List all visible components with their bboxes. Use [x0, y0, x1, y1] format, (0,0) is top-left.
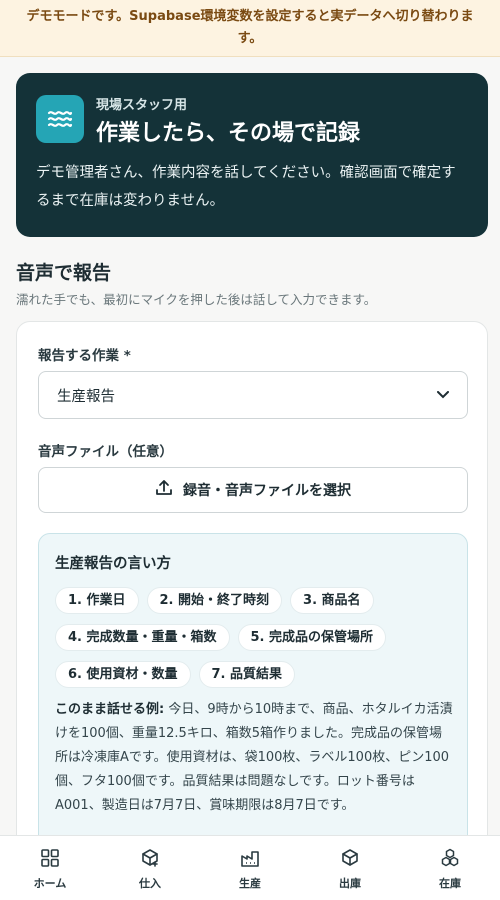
guide-step-chip: 3. 商品名 [290, 587, 374, 614]
guide-example: このまま話せる例: 今日、9時から10時まで、商品、ホタルイカ活漬けを100個、… [55, 698, 453, 818]
guide-step-chip: 5. 完成品の保管場所 [237, 624, 387, 651]
example-text: 今日、9時から10時まで、商品、ホタルイカ活漬けを100個、重量12.5キロ、箱… [55, 702, 453, 813]
upload-audio-button[interactable]: 録音・音声ファイルを選択 [38, 467, 468, 513]
tab-shipping[interactable]: 出庫 [300, 836, 400, 900]
task-select[interactable]: 生産報告 [38, 371, 468, 419]
guide-step-chip: 7. 品質結果 [198, 661, 296, 688]
section-subtitle: 濡れた手でも、最初にマイクを押した後は話して入力できます。 [16, 292, 377, 307]
hero-card: 現場スタッフ用 作業したら、その場で記録 デモ管理者さん、作業内容を話してくださ… [16, 73, 488, 237]
demo-mode-banner: デモモードです。Supabase環境変数を設定すると実データへ切り替わります。 [0, 0, 500, 57]
guide-step-chip: 1. 作業日 [55, 587, 139, 614]
guide-step-chip: 6. 使用資材・数量 [55, 661, 191, 688]
tab-label: 在庫 [439, 877, 461, 890]
upload-button-label: 録音・音声ファイルを選択 [183, 483, 351, 499]
guide-step-chip: 2. 開始・終了時刻 [146, 587, 283, 614]
demo-mode-text: デモモードです。Supabase環境変数を設定すると実データへ切り替わります。 [26, 9, 474, 46]
tab-label: ホーム [33, 877, 67, 890]
guide-title: 生産報告の言い方 [55, 556, 171, 572]
tab-label: 出庫 [339, 877, 361, 890]
hero-title: 作業したら、その場で記録 [96, 121, 361, 146]
section-title: 音声で報告 [16, 262, 112, 284]
box-out-icon [340, 848, 360, 875]
waves-icon [36, 95, 84, 143]
audio-file-label: 音声ファイル（任意） [38, 444, 173, 460]
grid-icon [40, 848, 60, 875]
box-plus-icon [140, 848, 160, 875]
upload-icon [155, 479, 173, 501]
tab-production[interactable]: 生産 [200, 836, 300, 900]
voice-report-card: 報告する作業 * 生産報告 音声ファイル（任意） 録音・音声ファイルを選択 生産… [16, 321, 488, 900]
example-label: このまま話せる例: [55, 702, 165, 717]
tab-inventory[interactable]: 在庫 [400, 836, 500, 900]
task-label: 報告する作業 * [38, 348, 131, 364]
tab-home[interactable]: ホーム [0, 836, 100, 900]
speaking-guide: 生産報告の言い方 1. 作業日 2. 開始・終了時刻 3. 商品名 4. 完成数… [38, 533, 468, 853]
guide-steps: 1. 作業日 2. 開始・終了時刻 3. 商品名 4. 完成数量・重量・箱数 5… [55, 587, 455, 698]
boxes-icon [440, 848, 460, 875]
hero-description: デモ管理者さん、作業内容を話してください。確認画面で確定するまで在庫は変わりませ… [36, 165, 456, 209]
guide-step-chip: 4. 完成数量・重量・箱数 [55, 624, 230, 651]
tab-label: 生産 [239, 877, 261, 890]
tab-purchase[interactable]: 仕入 [100, 836, 200, 900]
task-select-value: 生産報告 [57, 388, 115, 405]
bottom-tab-bar: ホーム 仕入 生産 出庫 在庫 [0, 835, 500, 900]
tab-label: 仕入 [139, 877, 161, 890]
chevron-down-icon [437, 388, 449, 402]
hero-eyebrow: 現場スタッフ用 [96, 98, 188, 113]
factory-icon [240, 848, 260, 875]
